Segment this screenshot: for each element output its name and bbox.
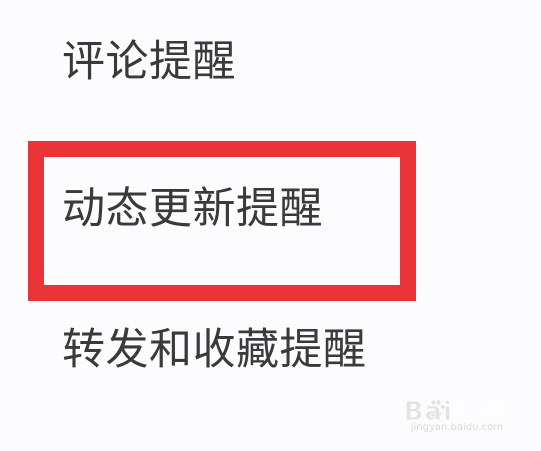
settings-item-activity-update-reminder[interactable]: 动态更新提醒: [62, 185, 323, 233]
watermark-url: jingyan.baidu.com: [410, 422, 503, 433]
baidu-jingyan-watermark: Bai经验 jingyan.baidu.com: [397, 391, 507, 439]
settings-item-comment-reminder[interactable]: 评论提醒: [62, 38, 236, 86]
settings-item-repost-favorite-reminder[interactable]: 转发和收藏提醒: [62, 326, 367, 374]
notification-settings-list: 评论提醒 动态更新提醒 转发和收藏提醒: [0, 0, 541, 451]
